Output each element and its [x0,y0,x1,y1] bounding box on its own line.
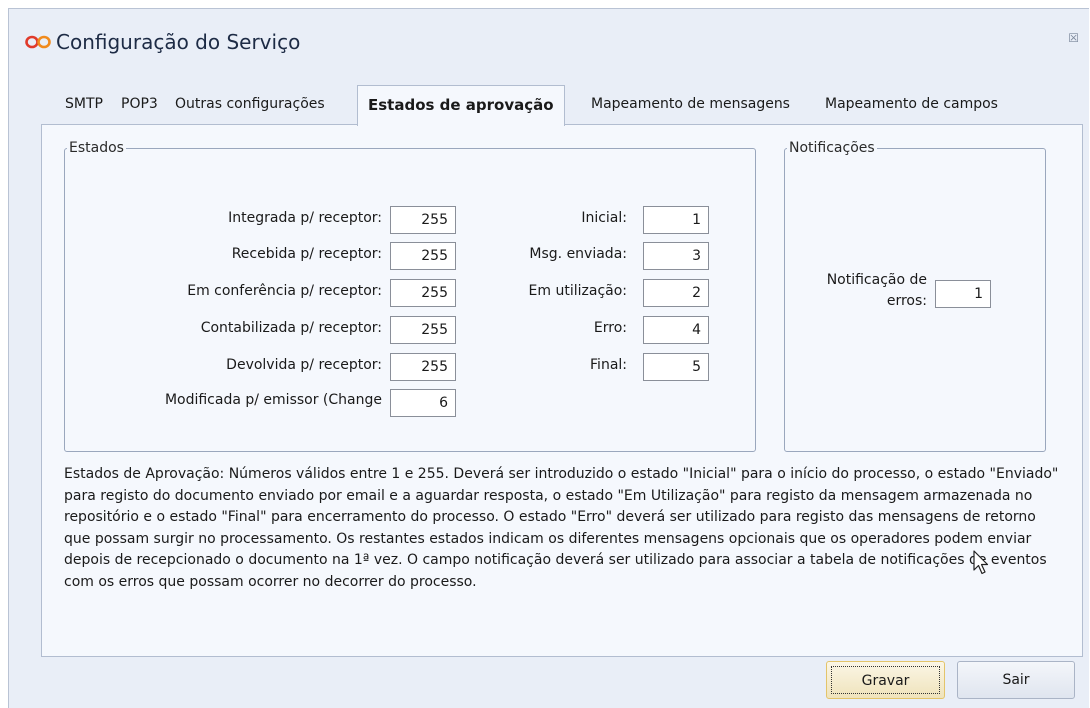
mouse-pointer-icon [973,550,989,575]
tab-mapeamento-mensagens[interactable]: Mapeamento de mensagens [587,89,794,125]
label-em-utilizacao: Em utilização: [528,283,627,299]
notificacao-erros-input[interactable]: 1 [935,280,991,308]
integrada-input[interactable]: 255 [390,206,456,234]
label-notificacao-erros-line1: Notificação de [826,272,927,288]
tab-outras-configuracoes[interactable]: Outras configurações [171,89,329,125]
tab-panel: Estados Integrada p/ receptor: 255 Receb… [41,124,1083,657]
notificacoes-group: Notificações Notificação de erros: 1 [784,140,1046,452]
window-title: Configuração do Serviço [56,30,301,54]
label-inicial: Inicial: [581,210,627,226]
exit-button[interactable]: Sair [957,661,1075,699]
inicial-input[interactable]: 1 [643,206,709,234]
title-bar: Configuração do Serviço ☒ [9,9,1089,77]
label-erro: Erro: [593,320,627,336]
save-button-label: Gravar [831,666,940,694]
save-button[interactable]: Gravar [826,661,945,699]
label-notificacao-erros-line2: erros: [886,293,927,309]
tab-mapeamento-campos[interactable]: Mapeamento de campos [821,89,1002,125]
label-integrada: Integrada p/ receptor: [228,210,382,226]
label-em-conferencia: Em conferência p/ receptor: [187,283,382,299]
estados-group: Estados Integrada p/ receptor: 255 Receb… [64,140,756,452]
help-description: Estados de Aprovação: Números válidos en… [64,466,1059,590]
em-utilizacao-input[interactable]: 2 [643,279,709,307]
service-config-window: Configuração do Serviço ☒ SMTP POP3 Outr… [8,8,1089,708]
tab-pop3[interactable]: POP3 [117,89,162,125]
recebida-input[interactable]: 255 [390,242,456,270]
erro-input[interactable]: 4 [643,316,709,344]
em-conferencia-input[interactable]: 255 [390,279,456,307]
tab-smtp[interactable]: SMTP [61,89,107,125]
msg-enviada-input[interactable]: 3 [643,242,709,270]
final-input[interactable]: 5 [643,353,709,381]
contabilizada-input[interactable]: 255 [390,316,456,344]
infinity-logo-icon [25,35,51,49]
estados-legend: Estados [69,140,124,156]
label-modificada: Modificada p/ emissor (Change [164,392,382,408]
tab-estados-aprovacao[interactable]: Estados de aprovação [357,85,565,126]
label-final: Final: [590,357,627,373]
label-recebida: Recebida p/ receptor: [231,246,382,262]
devolvida-input[interactable]: 255 [390,353,456,381]
label-devolvida: Devolvida p/ receptor: [226,357,382,373]
label-msg-enviada: Msg. enviada: [529,246,627,262]
label-contabilizada: Contabilizada p/ receptor: [200,320,382,336]
modificada-input[interactable]: 6 [390,389,456,417]
notificacoes-legend: Notificações [789,140,875,156]
close-icon[interactable]: ☒ [1068,31,1079,45]
